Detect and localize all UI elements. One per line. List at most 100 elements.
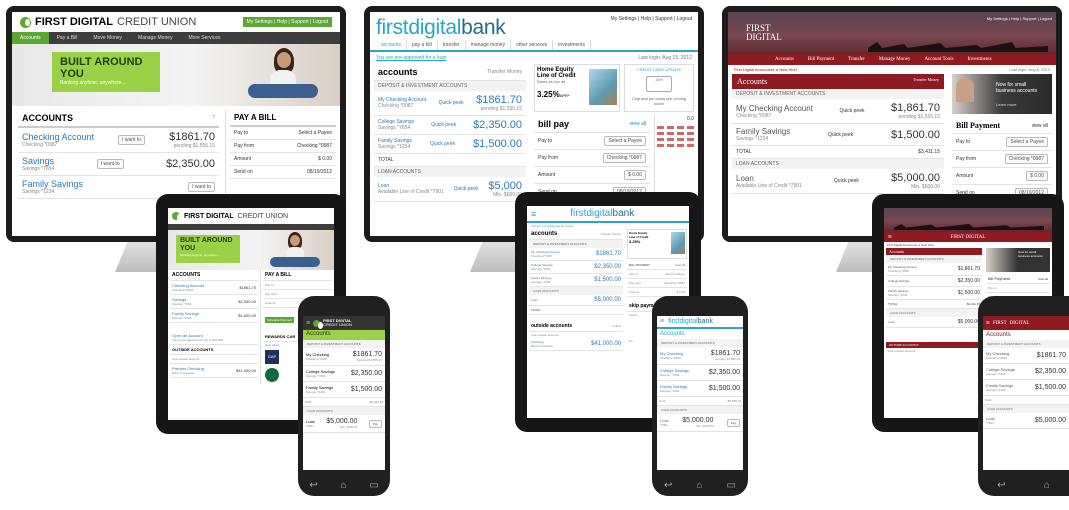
account-row[interactable]: My Checking Account Checking *0987 $1,861.… bbox=[886, 263, 982, 276]
loan-row[interactable]: Loan *7901 $5,000.00 bbox=[983, 413, 1069, 429]
account-row[interactable]: College Savings $2,350.00 bbox=[886, 276, 982, 287]
fdb-nav-other-services[interactable]: other services bbox=[511, 40, 554, 50]
back-icon[interactable]: ↩ bbox=[309, 480, 317, 491]
loan-row[interactable]: Loan Available Line of Credit *7901 Quick … bbox=[374, 177, 526, 202]
account-row[interactable]: College Savings Savings *7654 Quick peek $2… bbox=[374, 116, 526, 135]
loan-row[interactable]: Loan $5,000.00 bbox=[886, 317, 982, 328]
fd-promo-learn-more[interactable]: Learn more bbox=[996, 102, 1016, 107]
fd-nav-manage-money[interactable]: Manage Money bbox=[872, 54, 918, 65]
account-row[interactable]: Family Savings Savings *1234 $1,500.00 bbox=[529, 274, 623, 287]
account-row[interactable]: Savings Savings *7654 $2,350.00 bbox=[170, 295, 258, 309]
gap-logo-icon[interactable]: GAP bbox=[265, 350, 279, 364]
fdb-approved-link[interactable]: You are pre-approved for a loan bbox=[376, 55, 446, 61]
mini-calendar[interactable]: 0.0 bbox=[654, 116, 694, 201]
paybill-row[interactable]: Pay to Select a Payee bbox=[627, 270, 687, 279]
account-row[interactable]: Savings Savings *7654 I want to $2,350.00 bbox=[18, 153, 219, 176]
fd-nav-account-tools[interactable]: Account Tools bbox=[917, 54, 960, 65]
outside-account-row[interactable]: Checking Bank of America $41,000.00 bbox=[529, 338, 623, 351]
link-outside-account[interactable]: Link outside account bbox=[886, 348, 982, 354]
payee-select[interactable]: Select a Payee bbox=[1006, 137, 1048, 147]
account-row[interactable]: Family Savings Savings *1234 $1,500.00 bbox=[983, 380, 1069, 396]
account-row[interactable]: Family Savings Savings *1234 $1,500.00 bbox=[303, 382, 385, 398]
pay-button[interactable]: Pay bbox=[368, 419, 382, 428]
cu-logo[interactable]: FIRST DIGITAL CREDIT UNION bbox=[20, 16, 196, 28]
menu-icon[interactable]: ≡ bbox=[306, 320, 310, 327]
recents-icon[interactable]: ▭ bbox=[369, 480, 378, 491]
transfer-money-button[interactable]: Transfer Money bbox=[600, 232, 621, 236]
quick-peek-link[interactable]: Quick peek bbox=[828, 132, 853, 138]
amount-input[interactable]: $ 0.00 bbox=[677, 290, 685, 294]
view-all-link[interactable]: view all bbox=[630, 121, 646, 127]
account-row[interactable]: Family Savings Savings *1234 $1,500.00 bbox=[886, 287, 982, 300]
account-row[interactable]: My Checking Checking *0987 $1861.70 pending… bbox=[657, 347, 743, 365]
quick-peek-link[interactable]: Quick peek bbox=[430, 141, 455, 147]
credit-card-update[interactable]: CREDIT CARD UPDATE 15% Chip and pin card… bbox=[624, 64, 694, 112]
pay-button[interactable]: Pay bbox=[726, 418, 740, 427]
cu-nav-manage-money[interactable]: Manage Money bbox=[130, 32, 180, 44]
from-select[interactable]: Checking *0987 bbox=[664, 281, 685, 285]
menu-icon[interactable]: ≡ bbox=[986, 319, 990, 327]
paybill-row[interactable]: Send on 08/19/2012 bbox=[230, 166, 336, 179]
paybill-row[interactable]: Pay from Checking *0987 bbox=[627, 279, 687, 288]
fd-nav-accounts[interactable]: Accounts bbox=[768, 54, 801, 65]
cu-hero-box[interactable]: BUILT AROUND YOU Banking anytime, anywhe… bbox=[52, 52, 160, 92]
account-row[interactable]: Family Savings Savings *1234 $1,500.00 bbox=[657, 381, 743, 397]
view-all-link[interactable]: view all bbox=[1038, 277, 1048, 281]
fdb-logo[interactable]: firstdigitalbank bbox=[570, 208, 634, 219]
account-row[interactable]: My Checking Checking *0987 $1861.70 pending… bbox=[303, 348, 385, 366]
cu-nav-move-money[interactable]: Move Money bbox=[85, 32, 130, 44]
menu-icon[interactable]: ≡ bbox=[888, 233, 892, 241]
cu-nav-more-services[interactable]: More Services bbox=[181, 32, 229, 44]
fdb-nav-investments[interactable]: investments bbox=[553, 40, 591, 50]
fdb-nav-manage-money[interactable]: manage money bbox=[466, 40, 512, 50]
paybill-row[interactable]: Amount $ 0.00 bbox=[230, 153, 336, 166]
fdb-nav-accounts[interactable]: accounts bbox=[376, 40, 408, 50]
fd-promo-banner[interactable]: Now for small business accounts bbox=[986, 248, 1050, 272]
loan-row[interactable]: Loan *0921 $5,000.00 Min. $400.00 Pay bbox=[303, 415, 385, 433]
menu-icon[interactable]: ≡ bbox=[660, 318, 664, 325]
fdb-top-links[interactable]: My Settings | Help | Support | Logout bbox=[611, 16, 692, 40]
from-select[interactable]: Checking *0987 bbox=[1004, 154, 1048, 164]
amount-input[interactable]: $ 0.00 bbox=[1026, 171, 1048, 181]
account-row[interactable]: My Checking Account Checking *0987 Quick p… bbox=[374, 91, 526, 116]
loan-row[interactable]: Loan $5,000.00 bbox=[529, 295, 623, 306]
outside-account-row[interactable]: Premier Checking Bank of America $41,000.0… bbox=[170, 364, 258, 378]
fd-nav-investments[interactable]: Investments bbox=[961, 54, 999, 65]
home-icon[interactable]: ⌂ bbox=[1044, 480, 1050, 491]
account-row[interactable]: My Checking Account Checking *0987 Quick p… bbox=[732, 99, 944, 124]
account-row[interactable]: College Savings Savings *7654 $2,350.00 bbox=[983, 364, 1069, 380]
fd-logo[interactable]: FIRST DIGITAL bbox=[746, 24, 782, 42]
account-row[interactable]: My Checking Checking *0987 $1861.70 bbox=[983, 348, 1069, 364]
help-icon[interactable]: ? bbox=[212, 115, 215, 121]
payee-select[interactable]: Select a Payee bbox=[604, 136, 646, 146]
cu-logo[interactable]: FIRST DIGITAL CREDIT UNION bbox=[172, 212, 288, 221]
cu-nav-accounts[interactable]: Accounts bbox=[12, 32, 49, 44]
i-want-to-dropdown[interactable]: I want to bbox=[188, 182, 215, 192]
account-row[interactable]: Family Savings Savings *1234 $1,500.00 bbox=[170, 309, 258, 323]
paybill-row[interactable]: Pay from Checking *0987 bbox=[534, 150, 650, 167]
account-row[interactable]: College Savings Savings *7654 $2,350.00 bbox=[529, 261, 623, 274]
paybill-row[interactable]: Amount $ 0.00 bbox=[952, 168, 1052, 185]
fdb-logo[interactable]: firstdigitalbank bbox=[376, 16, 506, 40]
quick-peek-link[interactable]: Quick peek bbox=[431, 122, 456, 128]
coffee-logo-icon[interactable] bbox=[265, 368, 279, 382]
amount-input[interactable]: $ 0.00 bbox=[624, 170, 646, 180]
account-row[interactable]: My Checking Account Checking *0987 $1861.7… bbox=[529, 248, 623, 261]
heloc-promo[interactable]: Home Equity Line of Credit Rates as low … bbox=[534, 64, 620, 112]
paybill-row[interactable]: Amount $ 0.00 bbox=[534, 167, 650, 184]
fd-top-links[interactable]: My Settings | Help | Support | Logout bbox=[987, 16, 1052, 21]
quick-peek-link[interactable]: Quick peek bbox=[454, 186, 479, 192]
quick-peek-link[interactable]: Quick peek bbox=[834, 178, 859, 184]
account-row[interactable]: Family Savings Savings *1234 Quick peek $1,… bbox=[732, 124, 944, 146]
account-row[interactable]: Family Savings Savings *1234 Quick peek $1,… bbox=[374, 135, 526, 154]
account-row[interactable]: College Savings Savings *7654 $2,350.00 bbox=[657, 365, 743, 381]
recents-icon[interactable]: ▭ bbox=[727, 480, 736, 491]
back-icon[interactable]: ↩ bbox=[664, 480, 672, 491]
paybill-row[interactable]: Pay to Select a Payee bbox=[230, 127, 336, 140]
back-icon[interactable]: ↩ bbox=[997, 480, 1005, 491]
view-all-link[interactable]: view all bbox=[1032, 123, 1048, 129]
open-account-row[interactable]: Open an Account You've pre-approved for u… bbox=[170, 331, 258, 345]
quick-peek-link[interactable]: Quick peek bbox=[439, 100, 464, 106]
fd-promo-banner[interactable]: Now for small business accounts Learn mo… bbox=[952, 74, 1052, 114]
fd-announce-link[interactable]: First Digital Announces a New Hire! bbox=[734, 67, 797, 72]
